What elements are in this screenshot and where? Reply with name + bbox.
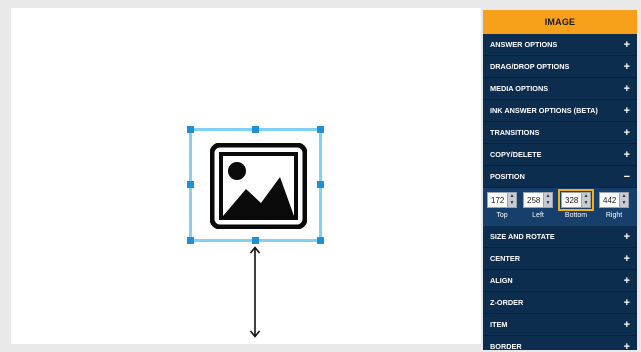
resize-handle-left[interactable] xyxy=(187,181,194,188)
left-input[interactable]: 258 ▲ ▼ xyxy=(523,192,553,208)
spin-down-icon[interactable]: ▼ xyxy=(543,200,552,207)
bottom-value: 328 xyxy=(565,195,579,205)
left-value: 258 xyxy=(527,195,541,205)
properties-panel: IMAGE ANSWER OPTIONS + DRAG/DROP OPTIONS +… xyxy=(483,10,637,350)
expand-icon[interactable]: + xyxy=(624,297,630,309)
spin-up-icon[interactable]: ▲ xyxy=(543,193,552,200)
right-spinner[interactable]: ▲ ▼ xyxy=(619,193,628,207)
bottom-input[interactable]: 328 ▲ ▼ xyxy=(558,189,594,211)
editor-canvas[interactable] xyxy=(11,8,481,344)
section-ink-answer-options[interactable]: INK ANSWER OPTIONS (BETA) + xyxy=(483,100,637,122)
resize-handle-top-right[interactable] xyxy=(317,126,324,133)
left-label: Left xyxy=(532,212,544,219)
resize-handle-bottom-left[interactable] xyxy=(187,237,194,244)
section-answer-options[interactable]: ANSWER OPTIONS + xyxy=(483,34,637,56)
resize-handle-bottom[interactable] xyxy=(252,237,259,244)
spin-down-icon[interactable]: ▼ xyxy=(619,200,628,207)
section-label: BORDER xyxy=(490,342,522,350)
expand-icon[interactable]: + xyxy=(624,319,630,331)
section-label: DRAG/DROP OPTIONS xyxy=(490,62,570,71)
expand-icon[interactable]: + xyxy=(624,83,630,95)
position-right-field: 442 ▲ ▼ Right xyxy=(599,192,629,219)
section-label: CENTER xyxy=(490,254,520,263)
section-drag-drop-options[interactable]: DRAG/DROP OPTIONS + xyxy=(483,56,637,78)
spin-up-icon[interactable]: ▲ xyxy=(581,193,590,200)
expand-icon[interactable]: + xyxy=(624,231,630,243)
right-input[interactable]: 442 ▲ ▼ xyxy=(599,192,629,208)
expand-icon[interactable]: + xyxy=(624,275,630,287)
spin-up-icon[interactable]: ▲ xyxy=(507,193,516,200)
section-label: MEDIA OPTIONS xyxy=(490,84,549,93)
panel-title: IMAGE xyxy=(483,10,637,34)
spin-up-icon[interactable]: ▲ xyxy=(619,193,628,200)
left-spinner[interactable]: ▲ ▼ xyxy=(543,193,552,207)
section-label: SIZE AND ROTATE xyxy=(490,232,555,241)
expand-icon[interactable]: + xyxy=(624,39,630,51)
vertical-resize-arrow-icon xyxy=(249,246,261,338)
right-label: Right xyxy=(605,212,623,219)
expand-icon[interactable]: + xyxy=(624,105,630,117)
resize-handle-top[interactable] xyxy=(252,126,259,133)
resize-handle-top-left[interactable] xyxy=(187,126,194,133)
collapse-icon[interactable]: − xyxy=(624,171,630,183)
section-copy-delete[interactable]: COPY/DELETE + xyxy=(483,144,637,166)
section-media-options[interactable]: MEDIA OPTIONS + xyxy=(483,78,637,100)
position-bottom-field: 328 ▲ ▼ Bottom xyxy=(558,189,594,219)
bottom-label: Bottom xyxy=(564,212,588,219)
section-border[interactable]: BORDER + xyxy=(483,336,637,351)
right-value: 442 xyxy=(603,195,617,205)
expand-icon[interactable]: + xyxy=(624,149,630,161)
section-label: POSITION xyxy=(490,172,525,181)
section-transitions[interactable]: TRANSITIONS + xyxy=(483,122,637,144)
section-align[interactable]: ALIGN + xyxy=(483,270,637,292)
spin-down-icon[interactable]: ▼ xyxy=(507,200,516,207)
position-left-field: 258 ▲ ▼ Left xyxy=(523,192,553,219)
section-label: INK ANSWER OPTIONS (BETA) xyxy=(490,106,598,115)
section-item[interactable]: ITEM + xyxy=(483,314,637,336)
position-top-field: 172 ▲ ▼ Top xyxy=(487,192,517,219)
section-z-order[interactable]: Z-ORDER + xyxy=(483,292,637,314)
section-label: ITEM xyxy=(490,320,508,329)
bottom-spinner[interactable]: ▲ ▼ xyxy=(581,193,590,207)
section-center[interactable]: CENTER + xyxy=(483,248,637,270)
expand-icon[interactable]: + xyxy=(624,61,630,73)
expand-icon[interactable]: + xyxy=(624,127,630,139)
resize-handle-right[interactable] xyxy=(317,181,324,188)
section-label: ALIGN xyxy=(490,276,513,285)
top-value: 172 xyxy=(491,195,505,205)
top-spinner[interactable]: ▲ ▼ xyxy=(507,193,516,207)
selected-image-element[interactable] xyxy=(187,126,324,244)
position-fields: 172 ▲ ▼ Top 258 ▲ ▼ Left 328 ▲ ▼ Bottom 442… xyxy=(483,188,637,226)
top-label: Top xyxy=(496,212,508,219)
resize-handle-bottom-right[interactable] xyxy=(317,237,324,244)
spin-down-icon[interactable]: ▼ xyxy=(581,200,590,207)
expand-icon[interactable]: + xyxy=(624,253,630,265)
section-label: COPY/DELETE xyxy=(490,150,542,159)
section-label: ANSWER OPTIONS xyxy=(490,40,558,49)
expand-icon[interactable]: + xyxy=(624,341,630,351)
image-placeholder-icon xyxy=(210,143,307,229)
section-label: TRANSITIONS xyxy=(490,128,540,137)
section-label: Z-ORDER xyxy=(490,298,524,307)
section-position[interactable]: POSITION − xyxy=(483,166,637,188)
section-size-and-rotate[interactable]: SIZE AND ROTATE + xyxy=(483,226,637,248)
top-input[interactable]: 172 ▲ ▼ xyxy=(487,192,517,208)
